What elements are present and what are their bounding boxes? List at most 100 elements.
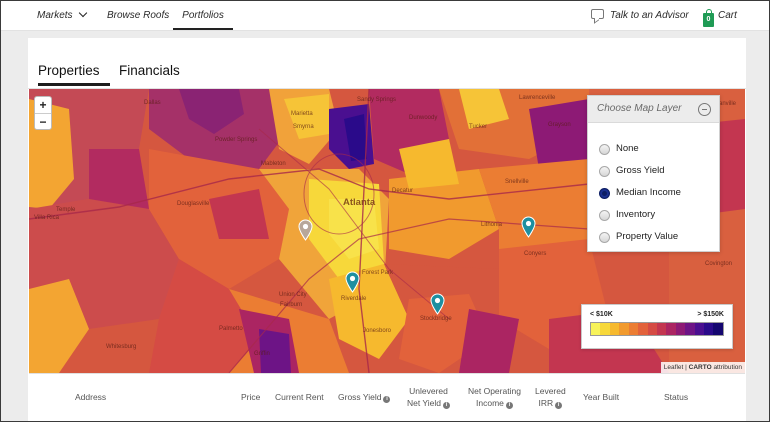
cart-link[interactable]: 0 Cart [703,1,737,31]
nav-browse-roofs[interactable]: Browse Roofs [107,1,169,31]
carto-link[interactable]: CARTO [689,364,712,371]
col-header-label: Current Rent [275,392,324,402]
col-header-label: Status [664,392,689,402]
map-legend: < $10K > $150K [581,304,733,349]
advisor-label: Talk to an Advisor [610,10,689,21]
legend-color-step [656,323,667,335]
col-header-label-line2: IRR [538,398,554,408]
info-icon[interactable]: i [505,402,513,409]
legend-color-step [675,323,686,335]
col-header-label: Gross Yield [338,392,382,402]
place-label: Fairburn [280,302,303,308]
col-status[interactable]: Status [664,391,688,403]
tab-bar: Properties Financials [28,38,746,89]
layer-option-label: Inventory [616,209,656,220]
col-current-rent[interactable]: Current Rent [275,391,324,403]
col-header-label: Levered [535,386,566,396]
legend-color-step [694,323,705,335]
nav-markets-dropdown[interactable]: Markets [37,1,87,31]
property-pin[interactable] [345,271,360,293]
radio-button-selected[interactable] [599,188,610,199]
legend-color-step [666,323,676,335]
col-price[interactable]: Price [241,391,260,403]
place-label: Conyers [524,251,547,257]
place-label: Grayson [548,122,571,128]
col-header-label: Price [241,392,261,402]
property-pin[interactable] [430,293,445,315]
col-net-operating-income[interactable]: Net Operating Income i [468,385,521,409]
properties-table-header: Address Price Current Rent Gross Yield i … [29,373,745,422]
col-header-label: Address [75,392,107,402]
legend-color-step [619,323,629,335]
place-label: Douglasville [177,201,210,207]
layer-option-label: Median Income [616,187,681,198]
col-header-label-line2: Net Yield [407,398,442,408]
zoom-in-button[interactable]: + [35,97,51,113]
leaflet-link[interactable]: Leaflet [664,364,684,371]
cart-bag-icon: 0 [703,9,714,27]
zoom-control: + − [34,96,52,130]
legend-color-step [647,323,657,335]
place-label: Powder Springs [215,137,258,143]
legend-color-step [685,323,695,335]
place-label: Whitesburg [106,344,137,350]
place-label: Lithonia [481,222,503,228]
map-attribution: Leaflet | CARTO attribution [660,362,745,373]
radio-button[interactable] [599,166,610,177]
chat-bubble-icon [591,9,604,19]
place-label: Jonesboro [363,328,392,334]
property-pin[interactable] [521,216,536,238]
map-layer-header[interactable]: Choose Map Layer [588,96,719,123]
place-label: Sandy Springs [357,97,397,103]
place-label: Dallas [144,100,161,106]
col-levered-irr[interactable]: Levered IRR i [535,385,566,409]
col-address[interactable]: Address [75,391,106,403]
col-header-label: Unlevered [409,386,448,396]
place-label: Marietta [291,111,313,117]
zoom-out-button[interactable]: − [35,113,51,129]
attribution-suffix: attribution [711,364,742,371]
cart-count: 0 [706,16,711,23]
layer-option-label: Gross Yield [616,165,665,176]
legend-high-label: > $150K [697,311,724,318]
layer-option-label: Property Value [616,231,679,242]
place-label: Villa Rica [34,215,59,221]
col-unlevered-net-yield[interactable]: Unlevered Net Yield i [407,385,451,409]
place-label: Smyrna [293,124,314,130]
legend-color-step [600,323,610,335]
col-header-label: Net Operating [468,386,521,396]
tab-properties[interactable]: Properties [38,63,109,86]
place-label: Temple [56,207,76,213]
legend-color-step [704,323,714,335]
talk-to-advisor-link[interactable]: Talk to an Advisor [591,1,689,31]
col-header-label: Year Built [583,392,620,402]
choropleth-map[interactable]: Dallas Marietta Smyrna Powder Springs Ma… [29,89,745,373]
radio-button[interactable] [599,232,610,243]
place-label: Forest Park [362,270,394,276]
place-label: Dunwoody [409,115,438,121]
place-label: Mableton [261,161,286,167]
collapse-minus-icon[interactable] [698,103,711,116]
place-label: Snellville [505,179,529,185]
nav-markets-label: Markets [37,10,73,21]
place-label: Griffin [254,351,270,357]
info-icon[interactable]: i [443,402,451,409]
col-header-label-line2: Income [476,398,504,408]
legend-color-scale [590,322,724,336]
col-year-built[interactable]: Year Built [583,391,619,403]
info-icon[interactable]: i [555,402,563,409]
radio-button[interactable] [599,144,610,155]
map-layer-title: Choose Map Layer [597,103,682,114]
tab-financials[interactable]: Financials [119,63,180,78]
info-icon[interactable]: i [383,396,391,403]
nav-portfolios[interactable]: Portfolios [173,1,233,30]
city-label-atlanta: Atlanta [343,197,376,208]
top-nav: Markets Browse Roofs Portfolios Talk to … [1,1,769,31]
place-label: Palmetto [219,326,243,332]
col-gross-yield[interactable]: Gross Yield i [338,391,391,403]
legend-color-step [713,323,723,335]
property-pin-selected[interactable] [298,219,313,241]
layer-option-label: None [616,143,639,154]
radio-button[interactable] [599,210,610,221]
place-label: Covington [705,261,733,267]
